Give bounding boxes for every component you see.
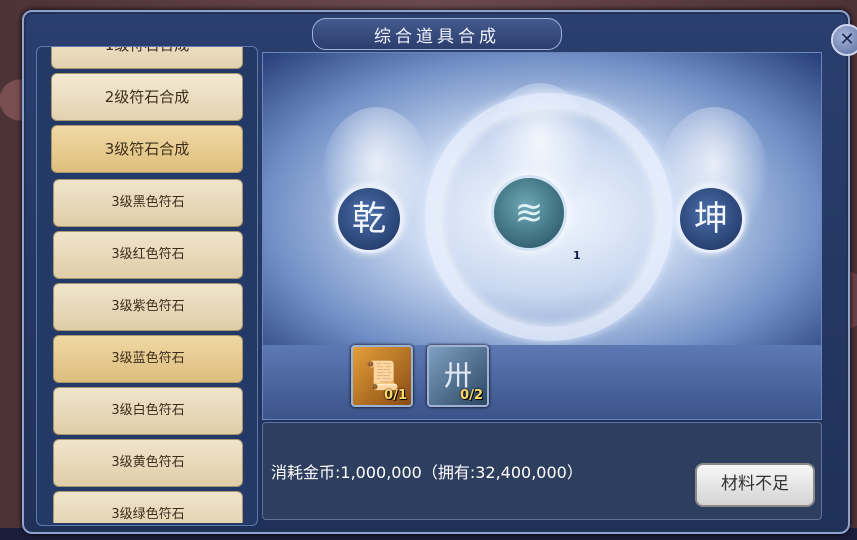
title-plate: 综合道具合成 <box>312 18 562 50</box>
result-count: 1 <box>573 249 581 262</box>
sub-item-yellow[interactable]: 3级黄色符石 <box>53 439 243 487</box>
kun-orb: 坤 <box>677 185 745 253</box>
gold-cost-text: 消耗金币:1,000,000（拥有:32,400,000） <box>271 463 583 482</box>
window-title: 综合道具合成 <box>374 26 500 47</box>
sub-item-purple[interactable]: 3级紫色符石 <box>53 283 243 331</box>
synthesis-display: 乾 ≋ 1 坤 📜 0/1 卅 0/2 <box>262 52 822 420</box>
result-rune-icon[interactable]: ≋ <box>491 175 567 251</box>
sub-item-white[interactable]: 3级白色符石 <box>53 387 243 435</box>
qian-symbol: 乾 <box>352 199 386 239</box>
material-qty: 0/2 <box>460 388 483 403</box>
material-slot-scroll[interactable]: 📜 0/1 <box>351 345 413 407</box>
category-level2[interactable]: 2级符石合成 <box>51 73 243 121</box>
sub-item-blue[interactable]: 3级蓝色符石 <box>53 335 243 383</box>
rune-glyph-icon: ≋ <box>514 193 544 233</box>
material-qty: 0/1 <box>384 388 407 403</box>
close-button[interactable]: ✕ <box>831 24 857 56</box>
qian-orb: 乾 <box>335 185 403 253</box>
category-list: 1级符石合成 2级符石合成 3级符石合成 3级黑色符石 3级红色符石 3级紫色符… <box>36 46 258 526</box>
synthesis-scene: 乾 ≋ 1 坤 <box>263 53 821 345</box>
synthesize-button[interactable]: 材料不足 <box>695 463 815 507</box>
sub-item-green[interactable]: 3级绿色符石 <box>53 491 243 523</box>
sub-item-black[interactable]: 3级黑色符石 <box>53 179 243 227</box>
sub-item-red[interactable]: 3级红色符石 <box>53 231 243 279</box>
category-level1[interactable]: 1级符石合成 <box>51 47 243 69</box>
category-scroll[interactable]: 1级符石合成 2级符石合成 3级符石合成 3级黑色符石 3级红色符石 3级紫色符… <box>37 47 255 523</box>
close-icon: ✕ <box>839 29 855 50</box>
material-slot-rune[interactable]: 卅 0/2 <box>427 345 489 407</box>
material-strip: 📜 0/1 卅 0/2 <box>263 345 821 419</box>
category-level3[interactable]: 3级符石合成 <box>51 125 243 173</box>
cost-panel: 消耗金币:1,000,000（拥有:32,400,000） 材料不足 <box>262 422 822 520</box>
kun-symbol: 坤 <box>694 199 728 239</box>
